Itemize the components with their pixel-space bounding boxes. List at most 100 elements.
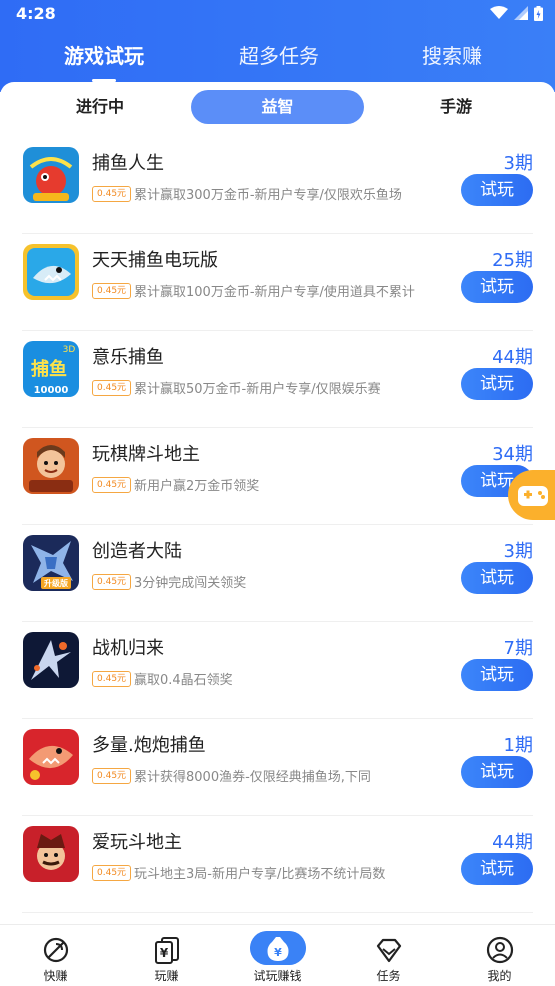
try-button[interactable]: 试玩 <box>461 368 533 400</box>
nav-trial-earn[interactable]: ¥ 试玩赚钱 <box>222 925 333 986</box>
game-title: 捕鱼人生 <box>92 153 164 174</box>
game-description: 累计赢取50万金币-新用户专享/仅限娱乐赛 <box>134 382 381 397</box>
tab-label: 超多任务 <box>239 44 319 68</box>
nav-label: 任务 <box>376 969 401 983</box>
game-title: 多量.炮炮捕鱼 <box>92 735 206 756</box>
game-row[interactable]: 捕鱼人生 0.45元 累计赢取300万金币-新用户专享/仅限欢乐鱼场 3期 试玩 <box>0 137 555 234</box>
game-row[interactable]: 升级版 创造者大陆 0.45元 3分钟完成闯关领奖 3期 试玩 <box>0 525 555 622</box>
shark-game-icon <box>23 244 79 300</box>
game-description: 玩斗地主3局-新用户专享/比赛场不统计局数 <box>134 867 386 882</box>
subtab-in-progress[interactable]: 进行中 <box>50 90 150 124</box>
diamond-icon <box>376 938 401 963</box>
game-row[interactable]: 战机归来 0.45元 赢取0.4晶石领奖 7期 试玩 <box>0 622 555 719</box>
reward-tag: 0.45元 <box>92 574 132 590</box>
period-label: 7期 <box>503 638 533 659</box>
thumb-3d-text: 3D <box>63 345 76 355</box>
landlord-card-game-icon <box>23 826 79 882</box>
try-button[interactable]: 试玩 <box>461 562 533 594</box>
content-panel: 进行中 益智 手游 捕鱼人生 0.45元 累计赢取300万金币-新用户专享/仅限… <box>0 82 555 924</box>
fish-game-icon <box>23 147 79 203</box>
fishing-3d-game-icon: 3D 捕鱼 10000 <box>23 341 79 397</box>
try-button[interactable]: 试玩 <box>461 174 533 206</box>
status-time: 4:28 <box>16 3 56 23</box>
profile-icon <box>486 936 513 964</box>
period-label: 25期 <box>492 250 533 271</box>
try-button[interactable]: 试玩 <box>461 853 533 885</box>
thumb-number-text: 10000 <box>34 385 69 396</box>
reward-tag: 0.45元 <box>92 283 132 299</box>
reward-tag: 0.45元 <box>92 865 132 881</box>
period-label: 3期 <box>503 153 533 174</box>
money-bag-icon: ¥ <box>249 931 306 965</box>
battery-icon <box>534 5 543 21</box>
period-label: 44期 <box>492 347 533 368</box>
nav-label: 快赚 <box>43 969 68 983</box>
tab-game-trial[interactable]: 游戏试玩 <box>45 40 163 82</box>
tab-label: 搜索赚 <box>422 44 482 68</box>
top-tabs: 游戏试玩 超多任务 搜索赚 <box>0 40 555 82</box>
game-title: 战机归来 <box>92 638 164 659</box>
try-button[interactable]: 试玩 <box>461 659 533 691</box>
subtab-puzzle[interactable]: 益智 <box>191 90 364 124</box>
tab-search-earn[interactable]: 搜索赚 <box>400 40 504 74</box>
sub-tabs: 进行中 益智 手游 <box>0 90 555 124</box>
game-description: 累计赢取100万金币-新用户专享/使用道具不累计 <box>134 285 415 300</box>
cannon-fish-game-icon <box>23 729 79 785</box>
thumb-fish-text: 捕鱼 <box>31 358 67 380</box>
svg-text:¥: ¥ <box>274 946 282 959</box>
nav-label: 试玩赚钱 <box>253 969 302 983</box>
cards-icon: ¥ <box>154 937 179 964</box>
period-label: 34期 <box>492 444 533 465</box>
tab-label: 游戏试玩 <box>64 44 144 68</box>
try-button[interactable]: 试玩 <box>461 271 533 303</box>
game-title: 爱玩斗地主 <box>92 832 182 853</box>
period-label: 3期 <box>503 541 533 562</box>
game-title: 意乐捕鱼 <box>92 347 164 368</box>
bottom-nav: 快赚 ¥ 玩赚 ¥ 试玩赚钱 任务 我的 <box>0 924 555 986</box>
period-label: 1期 <box>503 735 533 756</box>
game-description: 3分钟完成闯关领奖 <box>134 576 247 591</box>
reward-tag: 0.45元 <box>92 380 132 396</box>
game-title: 创造者大陆 <box>92 541 182 562</box>
status-bar: 4:28 <box>0 0 555 26</box>
nav-tasks[interactable]: 任务 <box>333 925 444 986</box>
nav-play-earn[interactable]: ¥ 玩赚 <box>111 925 222 986</box>
robot-game-icon: 升级版 <box>23 535 79 591</box>
game-description: 赢取0.4晶石领奖 <box>134 673 233 688</box>
signal-icon <box>514 6 528 20</box>
svg-text:¥: ¥ <box>159 946 168 960</box>
game-row[interactable]: 多量.炮炮捕鱼 0.45元 累计获得8000渔券-仅限经典捕鱼场,下同 1期 试… <box>0 719 555 816</box>
game-title: 天天捕鱼电玩版 <box>92 250 218 271</box>
reward-tag: 0.45元 <box>92 477 132 493</box>
nav-profile[interactable]: 我的 <box>444 925 555 986</box>
nav-label: 玩赚 <box>154 969 179 983</box>
game-row[interactable]: 3D 捕鱼 10000 意乐捕鱼 0.45元 累计赢取50万金币-新用户专享/仅限娱… <box>0 331 555 428</box>
subtab-mobile-games[interactable]: 手游 <box>406 90 506 124</box>
reward-tag: 0.45元 <box>92 671 132 687</box>
game-list: 捕鱼人生 0.45元 累计赢取300万金币-新用户专享/仅限欢乐鱼场 3期 试玩… <box>0 137 555 913</box>
header: 4:28 游戏试玩 超多任务 搜索赚 <box>0 0 555 92</box>
thumb-upgrade-text: 升级版 <box>44 578 68 588</box>
reward-tag: 0.45元 <box>92 186 132 202</box>
game-description: 累计赢取300万金币-新用户专享/仅限欢乐鱼场 <box>134 188 402 203</box>
system-icons <box>490 5 543 21</box>
wifi-icon <box>490 6 508 19</box>
game-row[interactable]: 玩棋牌斗地主 0.45元 新用户赢2万金币领奖 34期 试玩 <box>0 428 555 525</box>
card-game-icon <box>23 438 79 494</box>
floating-game-badge[interactable] <box>508 470 555 520</box>
game-title: 玩棋牌斗地主 <box>92 444 200 465</box>
tab-many-tasks[interactable]: 超多任务 <box>220 40 338 74</box>
game-row[interactable]: 天天捕鱼电玩版 0.45元 累计赢取100万金币-新用户专享/使用道具不累计 2… <box>0 234 555 331</box>
divider <box>22 912 533 913</box>
reward-tag: 0.45元 <box>92 768 132 784</box>
nav-label: 我的 <box>487 969 512 983</box>
game-description: 新用户赢2万金币领奖 <box>134 479 260 494</box>
game-controller-icon <box>518 486 548 506</box>
try-button[interactable]: 试玩 <box>461 756 533 788</box>
nav-quick-earn[interactable]: 快赚 <box>0 925 111 986</box>
fighter-jet-game-icon <box>23 632 79 688</box>
period-label: 44期 <box>492 832 533 853</box>
game-description: 累计获得8000渔券-仅限经典捕鱼场,下同 <box>134 770 371 785</box>
rocket-icon <box>43 937 68 963</box>
game-row[interactable]: 爱玩斗地主 0.45元 玩斗地主3局-新用户专享/比赛场不统计局数 44期 试玩 <box>0 816 555 913</box>
